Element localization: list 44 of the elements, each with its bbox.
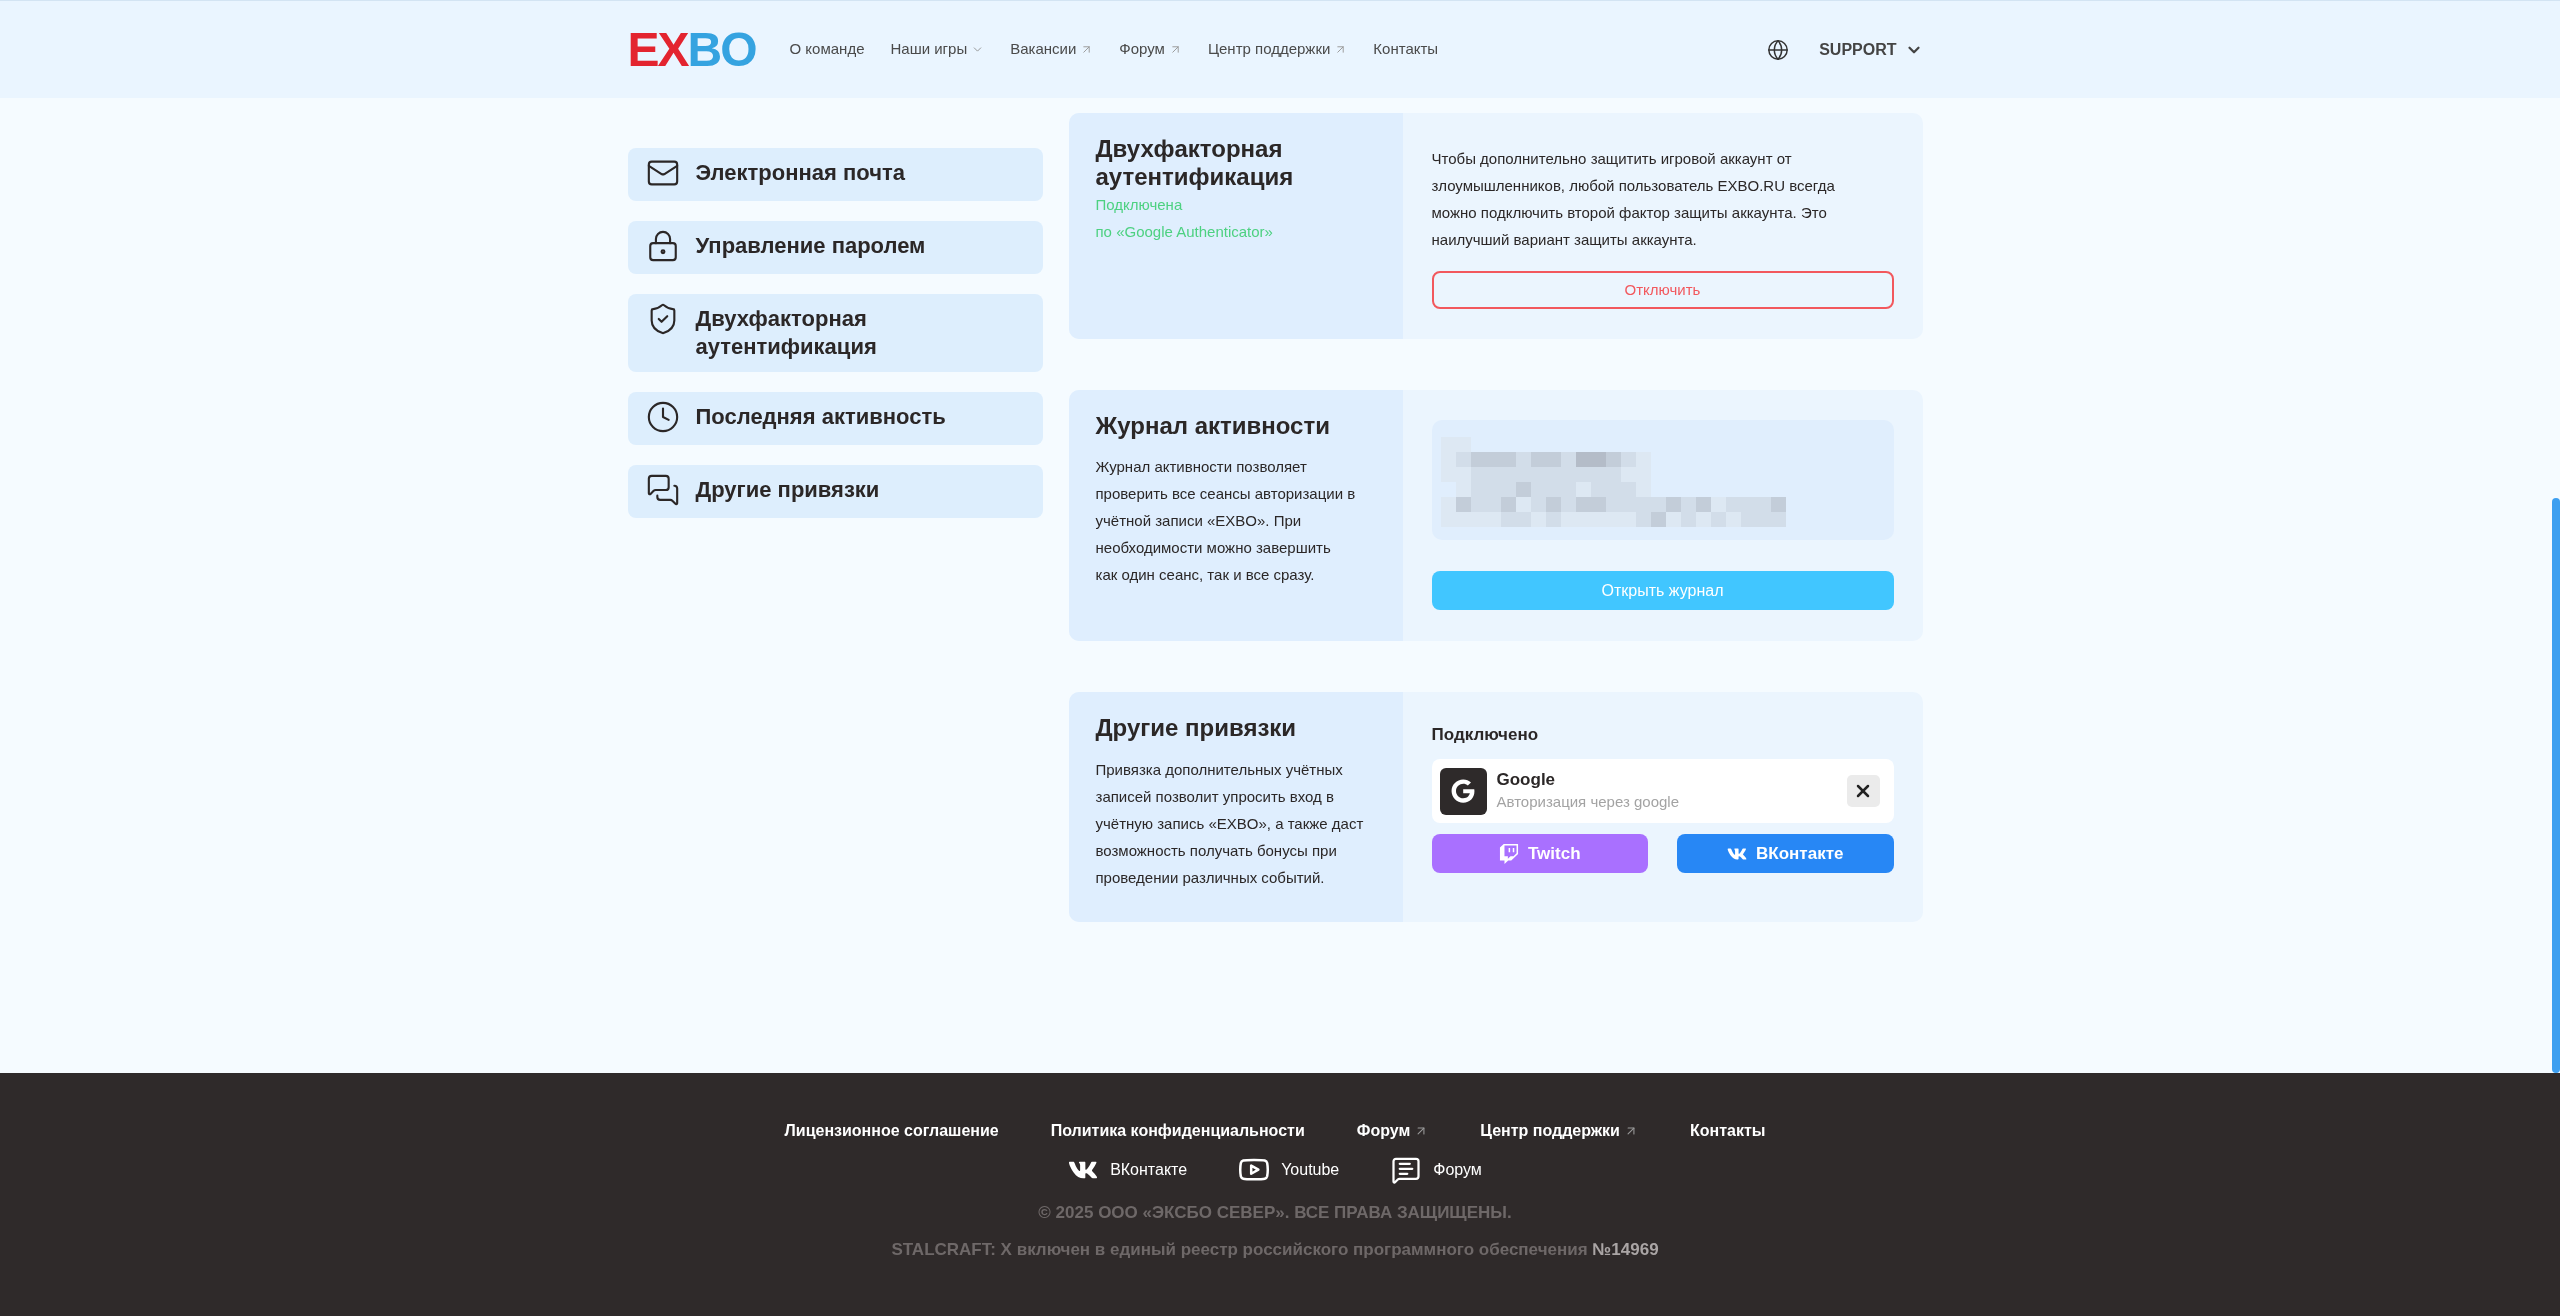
sidebar-item[interactable]: Электронная почта [627,148,1043,201]
social-link[interactable]: Форум [1391,1155,1482,1185]
letter-g-icon [1439,767,1487,815]
description-text: Чтобы дополнительно защитить игровой аккаунт от злоумышленников, любой пользователь EXBO.RU всегда можно подключить второй фактор защиты аккаунта. Это наилучший вариант защиты аккаунта. [1431,149,1836,250]
footer-link[interactable]: Центр поддержки [1480,1120,1638,1142]
status-text: Подключена [1095,195,1184,215]
sidebar-item[interactable]: Управление паролем [627,221,1043,274]
description-text: Журнал активности позволяет проверить все сеансы авторизации в учётной записи «EXBO». При необходимости можно завершить как один сеанс, так и все сразу. [1095,457,1357,585]
connected-heading: Подключено [1431,724,1540,746]
chat-bubble-icon [1391,1155,1422,1185]
footer-link[interactable]: Политика конфиденциальности [1050,1120,1305,1142]
sidebar-item[interactable]: Другие привязки [627,465,1043,518]
nav-link[interactable]: Форум [1119,38,1182,61]
registry-number-link[interactable]: №14969 [1592,1240,1659,1259]
nav-link[interactable]: Наши игры [890,38,985,61]
twitch-icon [1498,843,1519,864]
nav-link[interactable]: Контакты [1373,38,1439,61]
remove-button[interactable] [1846,775,1880,807]
account-menu-button[interactable]: SUPPORT [1819,37,1923,62]
social-link[interactable]: Youtube [1239,1155,1340,1185]
nav-link[interactable]: Центр поддержки [1207,38,1348,61]
card-title: Журнал активности [1095,412,1331,440]
card-title: Двухфакторная аутентификация [1095,135,1295,191]
scrollbar-thumb[interactable] [2552,498,2560,1073]
footer-link[interactable]: Форум [1356,1120,1429,1142]
footer-link[interactable]: Лицензионное соглашение [784,1120,999,1142]
nav-link[interactable]: О команде [789,38,865,61]
connect-account-button[interactable]: ВКонтакте [1677,834,1894,873]
sidebar-item[interactable]: Двухфакторная аутентификация [627,294,1043,372]
sidebar-item[interactable]: Последняя активность [627,392,1043,445]
nav-link[interactable]: Вакансии [1010,38,1094,61]
globe-icon[interactable] [1767,38,1790,61]
clock-icon [645,400,680,434]
chat-bubbles-icon [645,473,680,507]
footer-link[interactable]: Контакты [1689,1120,1766,1142]
account-name: Google [1496,769,1557,791]
account-note: Авторизация через google [1496,792,1679,812]
site-logo[interactable]: EXBO [627,29,756,70]
card-title: Другие привязки [1095,714,1298,742]
description-text: Привязка дополнительных учётных записей позволит упросить вход в учётную запись «EXBO», а также даст возможность получать бонусы при проведении различных событий. [1095,760,1365,888]
registry-note: STALCRAFT: X включен в единый реестр российского программного обеспечения №14969 [891,1239,1659,1261]
social-link[interactable]: ВКонтакте [1068,1155,1188,1185]
method-text: по «Google Authenticator» [1095,222,1274,242]
copyright-text: © 2025 ООО «ЭКСБО СЕВЕР». ВСЕ ПРАВА ЗАЩИЩЕНЫ. [1038,1202,1512,1224]
